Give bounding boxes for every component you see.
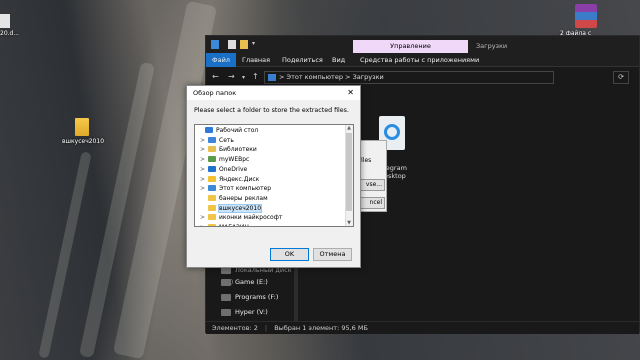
properties-icon[interactable] bbox=[228, 40, 236, 49]
tree-node[interactable]: > Этот компьютер bbox=[200, 184, 271, 193]
browse-folder-dialog: Обзор папок ✕ Please select a folder to … bbox=[186, 85, 361, 268]
forward-arrow-icon[interactable]: → bbox=[228, 72, 235, 81]
tree-node-label: банеры реклам bbox=[219, 194, 268, 202]
expand-chevron-icon[interactable]: > bbox=[200, 145, 208, 154]
cancel-extract-button[interactable]: ncel bbox=[359, 197, 385, 209]
breadcrumb-this-pc[interactable]: Этот компьютер bbox=[287, 73, 343, 81]
recent-locations-icon[interactable]: ▾ bbox=[242, 74, 245, 81]
context-tab-manage[interactable]: Управление bbox=[353, 40, 468, 53]
desktop-file-icon[interactable] bbox=[0, 14, 10, 28]
folder-icon bbox=[208, 175, 216, 182]
desktop-folder[interactable]: вшкусеч2010 bbox=[62, 118, 105, 145]
desktop-folder-label: вшкусеч2010 bbox=[62, 138, 105, 145]
tree-node-label: Сеть bbox=[219, 136, 234, 144]
file-label-line1: legram bbox=[384, 164, 407, 172]
drive-icon bbox=[221, 308, 231, 316]
navigation-scrollbar[interactable] bbox=[294, 266, 298, 321]
tab-view[interactable]: Вид bbox=[326, 53, 351, 67]
tree-node-label: myWEBpc bbox=[219, 156, 250, 164]
drive-icon bbox=[221, 278, 231, 286]
tree-node[interactable]: вшкусеч2010 bbox=[200, 203, 263, 213]
scroll-down-icon[interactable]: ▼ bbox=[346, 220, 352, 226]
folder-icon bbox=[208, 224, 216, 226]
folder-icon bbox=[208, 214, 216, 221]
expand-chevron-icon[interactable]: > bbox=[200, 184, 208, 193]
expand-chevron-icon[interactable]: > bbox=[200, 223, 208, 226]
tab-app-tools[interactable]: Средства работы с приложениями bbox=[354, 53, 485, 67]
status-item-count: Элементов: 2 bbox=[212, 324, 258, 332]
folder-icon bbox=[208, 165, 216, 172]
expand-chevron-icon[interactable]: > bbox=[200, 155, 208, 164]
status-bar: Элементов: 2 | Выбран 1 элемент: 95,6 МБ bbox=[206, 321, 639, 334]
expand-chevron-icon[interactable]: > bbox=[200, 213, 208, 222]
back-arrow-icon[interactable]: ← bbox=[212, 72, 219, 81]
scroll-up-icon[interactable]: ▲ bbox=[346, 125, 352, 131]
folder-icon bbox=[208, 146, 216, 153]
folder-icon bbox=[75, 118, 89, 136]
tree-node-label: Библиотеки bbox=[219, 146, 257, 154]
tree-node-label: Яндекс.Диск bbox=[219, 175, 260, 183]
folder-icon bbox=[208, 185, 216, 192]
folder-icon bbox=[208, 194, 216, 201]
cancel-button[interactable]: Отмена bbox=[313, 248, 352, 261]
tree-node-label: МАГАЗИН bbox=[219, 224, 249, 226]
folder-icon bbox=[208, 136, 216, 143]
expand-chevron-icon[interactable]: > bbox=[200, 136, 208, 145]
tab-home[interactable]: Главная bbox=[236, 53, 276, 67]
tree-node[interactable]: > Библиотеки bbox=[200, 145, 257, 154]
address-bar[interactable]: > Этот компьютер > Загрузки bbox=[264, 71, 554, 84]
ok-button[interactable]: OK bbox=[270, 248, 309, 261]
tab-file[interactable]: Файл bbox=[206, 53, 236, 67]
folder-icon bbox=[208, 204, 216, 211]
status-selection: Выбран 1 элемент: 95,6 МБ bbox=[274, 324, 368, 332]
tree-node-label: OneDrive bbox=[219, 165, 248, 173]
tree-node[interactable]: > myWEBpc bbox=[200, 155, 249, 164]
quick-access-toolbar: ▾ Управление Загрузки bbox=[206, 36, 639, 53]
telegram-logo-icon bbox=[384, 124, 400, 140]
dialog-prompt: Please select a folder to store the extr… bbox=[194, 107, 349, 114]
expand-chevron-icon[interactable]: > bbox=[200, 175, 208, 184]
download-arrow-icon[interactable] bbox=[211, 40, 219, 49]
new-folder-icon[interactable] bbox=[240, 40, 248, 49]
breadcrumb-downloads[interactable]: Загрузки bbox=[353, 73, 384, 81]
folder-icon bbox=[205, 127, 213, 133]
browse-button[interactable]: vse... bbox=[359, 179, 385, 191]
nav-item-game-drive[interactable]: Game (E:) bbox=[221, 276, 268, 288]
ribbon-tabs: Файл Главная Поделиться Вид Средства раб… bbox=[206, 53, 639, 67]
file-label-line2: esktop bbox=[384, 172, 406, 180]
folder-icon bbox=[208, 156, 216, 163]
tree-node[interactable]: > МАГАЗИН bbox=[200, 223, 249, 226]
drive-icon bbox=[221, 293, 231, 301]
dialog-title: Обзор папок bbox=[187, 86, 360, 100]
tree-node-label: Рабочий стол bbox=[216, 127, 259, 134]
tree-scrollbar[interactable]: ▲ ▼ bbox=[345, 125, 353, 226]
customize-toolbar-icon[interactable]: ▾ bbox=[252, 40, 260, 49]
winrar-archive-icon[interactable] bbox=[575, 4, 597, 28]
tree-node[interactable]: Рабочий стол bbox=[197, 126, 258, 135]
close-icon[interactable]: ✕ bbox=[347, 86, 354, 100]
tab-share[interactable]: Поделиться bbox=[276, 53, 329, 67]
tree-node[interactable]: > OneDrive bbox=[200, 165, 247, 174]
up-arrow-icon[interactable]: ↑ bbox=[252, 72, 259, 81]
nav-item-hyper-drive[interactable]: Hyper (V:) bbox=[221, 306, 268, 318]
folder-tree[interactable]: Рабочий стол > Сеть > Библиотеки > myWEBpc > One… bbox=[194, 124, 354, 227]
tree-node-label: иконки майкрософт bbox=[219, 214, 283, 222]
tree-node[interactable]: банеры реклам bbox=[200, 194, 268, 203]
desktop-file-label: 20.d... bbox=[0, 30, 20, 37]
nav-item-programs-drive[interactable]: Programs (F:) bbox=[221, 291, 278, 303]
downloads-folder-icon bbox=[268, 74, 276, 81]
tree-node-label: Этот компьютер bbox=[219, 185, 272, 193]
navigation-bar: ← → ▾ ↑ > Этот компьютер > Загрузки ⟳ bbox=[206, 67, 639, 87]
expand-chevron-icon[interactable]: > bbox=[200, 165, 208, 174]
refresh-icon[interactable]: ⟳ bbox=[613, 71, 629, 84]
tree-node[interactable]: > Сеть bbox=[200, 136, 234, 145]
window-title: Загрузки bbox=[476, 42, 508, 50]
scroll-thumb[interactable] bbox=[346, 133, 352, 211]
tree-node-label: вшкусеч2010 bbox=[217, 203, 263, 213]
tree-node[interactable]: > иконки майкрософт bbox=[200, 213, 282, 222]
tree-node[interactable]: > Яндекс.Диск bbox=[200, 175, 259, 184]
